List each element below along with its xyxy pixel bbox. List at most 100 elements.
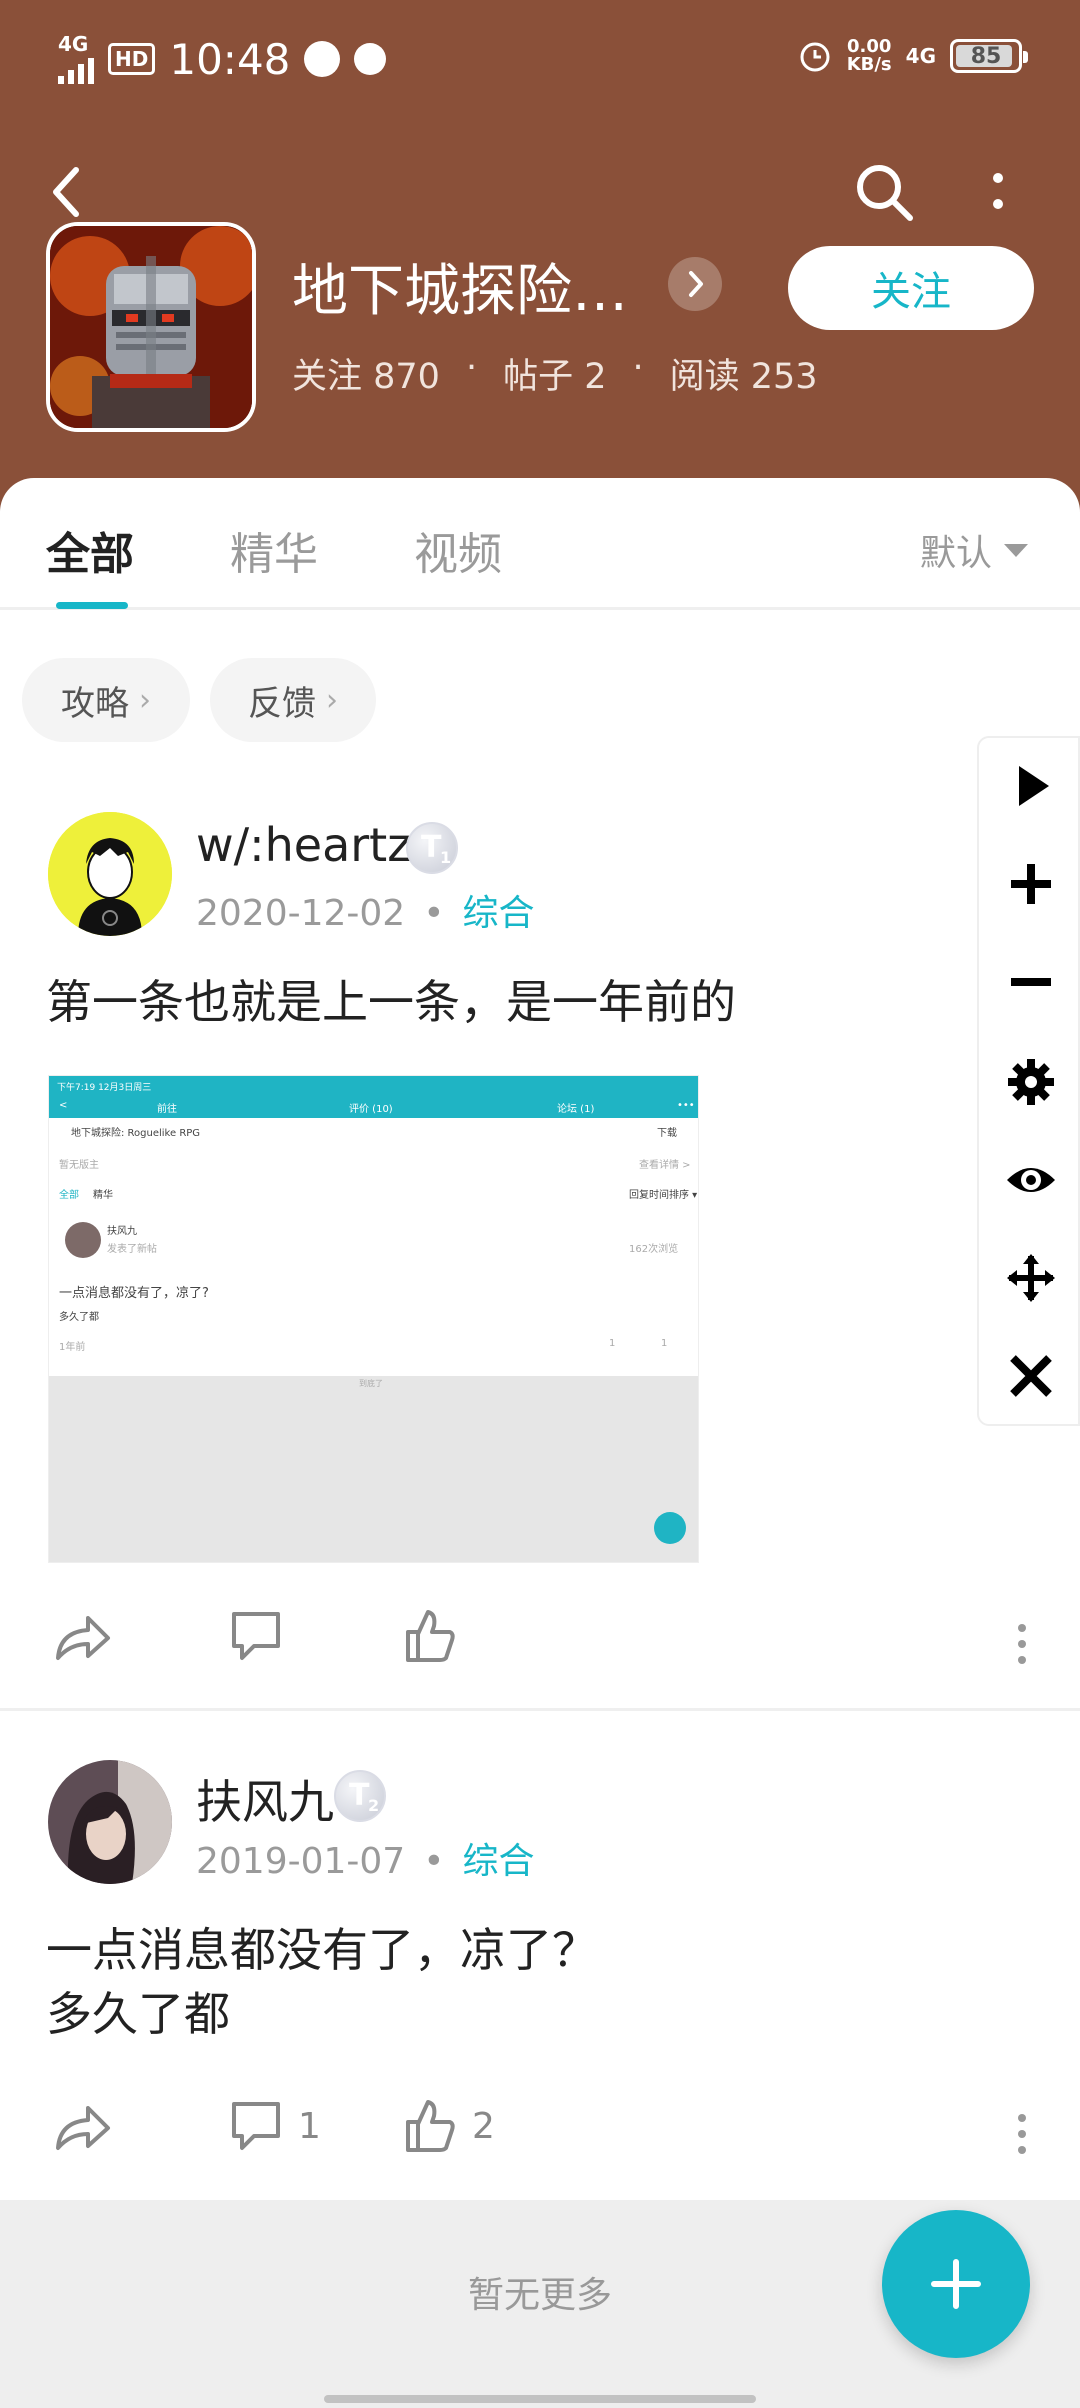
level-badge-letter: T (349, 1778, 370, 1813)
clock: 10:48 (169, 34, 291, 84)
chip-feedback[interactable]: 反馈 › (210, 658, 376, 742)
comment-button[interactable] (230, 1608, 282, 1664)
chip-label: 攻略 (61, 683, 129, 724)
play-icon[interactable] (1005, 760, 1057, 812)
like-button[interactable] (404, 1608, 456, 1664)
compass-icon (304, 41, 341, 77)
post-image[interactable]: 下午7:19 12月3日周三 前往 评价 (10) 论坛 (1) < ••• 地… (48, 1075, 699, 1563)
embedded-more-detail: 查看详情 > (639, 1160, 691, 1171)
post-body-line: 多久了都 (46, 1987, 230, 2041)
forum-stats: 关注 870 · 帖子 2 · 阅读 253 (292, 348, 818, 399)
embedded-action: 发表了新帖 (107, 1244, 157, 1255)
caret-down-icon (1004, 543, 1028, 557)
post-actions (0, 1598, 1080, 1678)
home-indicator[interactable] (324, 2395, 756, 2403)
network-type-right: 4G (905, 44, 936, 68)
embedded-compose-icon (654, 1512, 686, 1544)
share-button[interactable] (52, 2098, 112, 2154)
post-date: 2019-01-07 (196, 1841, 406, 1882)
posts-count: 帖子 2 (503, 357, 607, 397)
embedded-tab-right: 论坛 (1) (557, 1104, 595, 1115)
share-button[interactable] (52, 1608, 112, 1664)
chip-label: 反馈 (248, 683, 316, 724)
forum-title: 地下城探险… (292, 259, 628, 324)
post-body-line: 一点消息都没有了，凉了？ (46, 1923, 598, 1977)
embedded-comments: 1 (661, 1338, 668, 1349)
stats-separator: · (465, 348, 478, 388)
post-meta: 2020-12-02 • 综合 (196, 893, 535, 934)
post-author[interactable]: w/:heartz (196, 818, 411, 872)
share-icon (56, 1616, 110, 1660)
comment-icon (232, 1612, 280, 1660)
gear-icon[interactable] (1005, 1056, 1057, 1108)
post-meta: 2019-01-07 • 综合 (196, 1841, 535, 1882)
thumbs-up-icon (406, 1610, 455, 1662)
post-author[interactable]: 扶风九 (196, 1766, 334, 1832)
embedded-download: 下载 (657, 1128, 677, 1139)
level-badge-letter: T (421, 830, 442, 865)
move-icon[interactable] (1005, 1252, 1057, 1304)
alarm-icon (800, 42, 830, 72)
app-status-icon (354, 43, 387, 75)
level-badge-number: 1 (440, 848, 452, 867)
avatar[interactable] (48, 812, 172, 936)
post-actions: 1 2 (0, 2088, 1080, 2168)
level-badge-icon: T 1 (406, 822, 458, 874)
minus-icon[interactable] (1005, 956, 1057, 1008)
battery-icon: 85 (950, 39, 1028, 73)
like-button[interactable]: 2 (404, 2098, 495, 2154)
net-speed: 0.00 KB/s (847, 38, 892, 74)
eye-icon[interactable] (1005, 1154, 1057, 1206)
plus-icon (931, 2259, 981, 2309)
tab-all[interactable]: 全部 (46, 518, 134, 582)
post-body[interactable]: 一点消息都没有了，凉了？ 多久了都 (46, 1918, 598, 2046)
post-category[interactable]: 综合 (462, 893, 534, 934)
embedded-more-icon: ••• (677, 1100, 695, 1111)
comment-count: 1 (298, 2105, 321, 2147)
tab-featured[interactable]: 精华 (230, 518, 318, 582)
close-icon[interactable] (1005, 1350, 1057, 1402)
active-tab-indicator (56, 602, 128, 609)
embedded-empty-area: 到底了 (49, 1376, 698, 1562)
back-arrow-icon[interactable] (44, 160, 92, 224)
thumbs-up-icon (406, 2100, 455, 2152)
post-body[interactable]: 第一条也就是上一条，是一年前的 (46, 970, 736, 1034)
network-type: 4G (58, 32, 89, 56)
chip-guides[interactable]: 攻略 › (22, 658, 190, 742)
chevron-right-icon[interactable] (668, 257, 722, 311)
comment-button[interactable]: 1 (230, 2098, 321, 2154)
tab-bar: 全部 精华 视频 默认 (0, 478, 1080, 610)
post-category[interactable]: 综合 (462, 1841, 534, 1882)
post-body-line: 第一条也就是上一条，是一年前的 (46, 975, 736, 1029)
signal-bars-icon (58, 54, 94, 84)
floating-toolbar (977, 736, 1080, 1426)
chevron-right-icon: › (139, 682, 151, 718)
follow-button[interactable]: 关注 (788, 246, 1034, 330)
embedded-tab-left: 前往 (157, 1104, 177, 1115)
game-icon (46, 222, 256, 432)
net-speed-unit: KB/s (846, 54, 892, 75)
post-divider (0, 1708, 1080, 1711)
post-date: 2020-12-02 (196, 893, 406, 934)
hd-badge: HD (108, 43, 156, 75)
stats-separator: · (632, 348, 644, 388)
more-vertical-icon[interactable] (1016, 1620, 1028, 1668)
battery-level: 85 (970, 43, 1002, 69)
search-icon[interactable] (852, 160, 916, 224)
comment-icon (232, 2102, 280, 2150)
avatar[interactable] (48, 1760, 172, 1884)
embedded-tab-best: 精华 (93, 1190, 113, 1201)
tab-video[interactable]: 视频 (414, 518, 502, 582)
embedded-likes: 1 (609, 1338, 616, 1349)
more-vertical-icon[interactable] (978, 160, 1018, 224)
embedded-tab-all: 全部 (59, 1190, 79, 1201)
plus-icon[interactable] (1005, 858, 1057, 910)
reads-count: 阅读 253 (669, 357, 818, 397)
embedded-avatar (65, 1222, 101, 1258)
embedded-tab-mid: 评价 (10) (349, 1104, 393, 1115)
embedded-game-name: 地下城探险: Roguelike RPG (71, 1128, 201, 1139)
new-post-button[interactable] (882, 2210, 1030, 2358)
more-vertical-icon[interactable] (1016, 2110, 1028, 2158)
sort-dropdown[interactable]: 默认 (920, 524, 1028, 576)
embedded-status: 下午7:19 12月3日周三 (57, 1083, 152, 1093)
